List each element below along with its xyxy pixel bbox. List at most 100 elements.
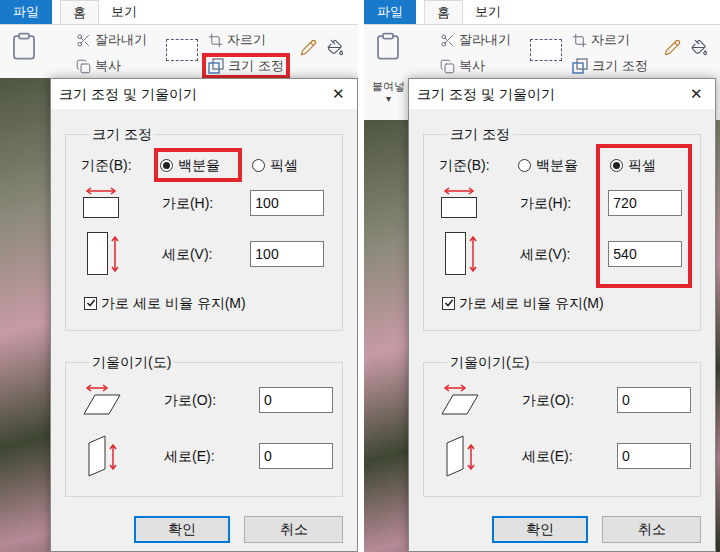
crop-icon	[572, 33, 587, 48]
skew-row: 가로(O):0	[439, 372, 692, 428]
cancel-button[interactable]: 취소	[602, 516, 701, 543]
ok-button[interactable]: 확인	[134, 516, 230, 543]
menu-tabs: 파일 홈보기	[0, 0, 358, 24]
ok-button[interactable]: 확인	[492, 516, 588, 543]
file-tab[interactable]: 파일	[0, 0, 52, 24]
height-icon	[81, 229, 121, 279]
clipboard-group: 잘라내기복사	[70, 27, 160, 79]
ribbon-button[interactable]: 크기 조정	[202, 53, 290, 79]
check-icon	[86, 298, 96, 308]
tools-group	[300, 39, 344, 56]
resize-dialog: 크기 조정 및 기울이기✕크기 조정기준(B):백분율가로(H):세로(V):픽…	[50, 78, 358, 552]
number-input[interactable]: 720	[608, 190, 682, 216]
close-button[interactable]: ✕	[330, 83, 347, 106]
skew-vertical-icon	[81, 433, 121, 479]
field-label: 세로(V):	[512, 224, 600, 284]
number-input[interactable]: 100	[250, 190, 324, 216]
skew-group: 기울이기(도)가로(O):0세로(E):0	[65, 352, 343, 497]
dialog-title-bar: 크기 조정 및 기울이기✕	[51, 79, 357, 109]
radio-button[interactable]	[518, 159, 531, 172]
ribbon-tab[interactable]: 보기	[463, 0, 513, 24]
screenshot: 파일홈보기잘라내기복사자르기크기 조정크기 조정 및 기울이기✕크기 조정기준(…	[0, 0, 720, 552]
select-button[interactable]	[530, 39, 562, 61]
select-button[interactable]	[166, 39, 198, 61]
copy-icon	[76, 59, 91, 74]
dialog-buttons: 확인 취소	[65, 516, 343, 543]
skew-row: 세로(E):0	[81, 428, 334, 484]
resize-icon	[572, 58, 588, 74]
radio-button[interactable]	[610, 159, 623, 172]
radio-button[interactable]	[160, 159, 173, 172]
dialog-body: 크기 조정기준(B):백분율가로(H):세로(V):픽셀720540가로 세로 …	[409, 109, 715, 543]
clipboard-group: 잘라내기복사	[434, 27, 524, 79]
ribbon-button[interactable]: 복사	[70, 53, 160, 79]
paste-button[interactable]	[6, 27, 42, 61]
number-input[interactable]: 0	[259, 387, 333, 413]
ribbon-tab[interactable]: 홈	[60, 0, 99, 24]
checkbox[interactable]	[442, 297, 455, 310]
dialog-body: 크기 조정기준(B):백분율가로(H):세로(V):픽셀100100가로 세로 …	[51, 109, 357, 543]
skew-row: 세로(E):0	[439, 428, 692, 484]
dialog-buttons: 확인 취소	[423, 516, 701, 543]
close-button[interactable]: ✕	[688, 83, 705, 106]
menu-tabs: 파일 홈보기	[364, 0, 720, 24]
ribbon: 잘라내기복사 자르기크기 조정	[0, 24, 358, 78]
file-tab[interactable]: 파일	[364, 0, 416, 24]
image-group: 자르기크기 조정	[202, 27, 290, 79]
basis-option[interactable]: 픽셀	[246, 148, 326, 182]
fill-icon[interactable]	[327, 39, 344, 56]
pixel-column: 픽셀 100 100	[238, 144, 334, 288]
basis-option[interactable]: 백분율	[154, 148, 242, 182]
ribbon-tab[interactable]: 보기	[99, 0, 149, 24]
number-input[interactable]: 0	[259, 443, 333, 469]
ribbon-button[interactable]: 잘라내기	[434, 27, 524, 53]
field-label: 가로(H):	[154, 182, 242, 224]
skew-horizontal-icon	[439, 383, 481, 417]
ribbon-button[interactable]: 복사	[434, 53, 524, 79]
paste-button[interactable]: 붙여넣▾	[370, 27, 406, 105]
basis-option[interactable]: 백분율	[512, 148, 600, 182]
check-icon	[444, 298, 454, 308]
paint-window: 파일 홈보기붙여넣▾ 잘라내기복사 자르기크기 조정크기 조정 및 기울이기✕크기 조…	[364, 0, 720, 552]
width-icon	[439, 186, 479, 220]
number-input[interactable]: 0	[617, 387, 691, 413]
fill-icon[interactable]	[691, 39, 708, 56]
resize-dialog: 크기 조정 및 기울이기✕크기 조정기준(B):백분율가로(H):세로(V):픽…	[408, 78, 716, 552]
number-input[interactable]: 100	[250, 241, 324, 267]
scissors-icon	[76, 33, 91, 48]
pencil-icon[interactable]	[300, 39, 317, 56]
resize-group: 크기 조정기준(B):백분율가로(H):세로(V):픽셀100100가로 세로 …	[65, 124, 343, 331]
ribbon-button[interactable]: 잘라내기	[70, 27, 160, 53]
width-icon	[81, 186, 121, 220]
skew-horizontal-icon	[81, 383, 123, 417]
field-label: 세로(V):	[154, 224, 242, 284]
tools-group	[664, 39, 708, 56]
resize-icon	[208, 58, 224, 74]
ribbon-tab[interactable]: 홈	[424, 0, 463, 24]
image-group: 자르기크기 조정	[566, 27, 654, 79]
radio-button[interactable]	[252, 159, 265, 172]
keep-ratio-checkbox[interactable]: 가로 세로 비율 유지(M)	[81, 288, 334, 318]
clipboard-icon	[373, 31, 403, 61]
basis-option[interactable]: 픽셀	[604, 148, 684, 182]
crop-icon	[208, 33, 223, 48]
ribbon-button[interactable]: 자르기	[202, 27, 290, 53]
paint-window: 파일 홈보기잘라내기복사 자르기크기 조정크기 조정 및 기울이기✕크기 조정기준(…	[0, 0, 358, 552]
keep-ratio-checkbox[interactable]: 가로 세로 비율 유지(M)	[439, 288, 692, 318]
ribbon-button[interactable]: 크기 조정	[566, 53, 654, 79]
pixel-column: 픽셀 720 540	[596, 144, 692, 288]
height-icon	[439, 229, 479, 279]
cancel-button[interactable]: 취소	[244, 516, 343, 543]
checkbox[interactable]	[84, 297, 97, 310]
number-input[interactable]: 0	[617, 443, 691, 469]
pencil-icon[interactable]	[664, 39, 681, 56]
dialog-title-bar: 크기 조정 및 기울이기✕	[409, 79, 715, 109]
number-input[interactable]: 540	[608, 241, 682, 267]
field-label: 가로(H):	[512, 182, 600, 224]
clipboard-icon	[9, 31, 39, 61]
copy-icon	[440, 59, 455, 74]
ribbon-button[interactable]: 자르기	[566, 27, 654, 53]
resize-group: 크기 조정기준(B):백분율가로(H):세로(V):픽셀720540가로 세로 …	[423, 124, 701, 331]
skew-vertical-icon	[439, 433, 479, 479]
skew-row: 가로(O):0	[81, 372, 334, 428]
